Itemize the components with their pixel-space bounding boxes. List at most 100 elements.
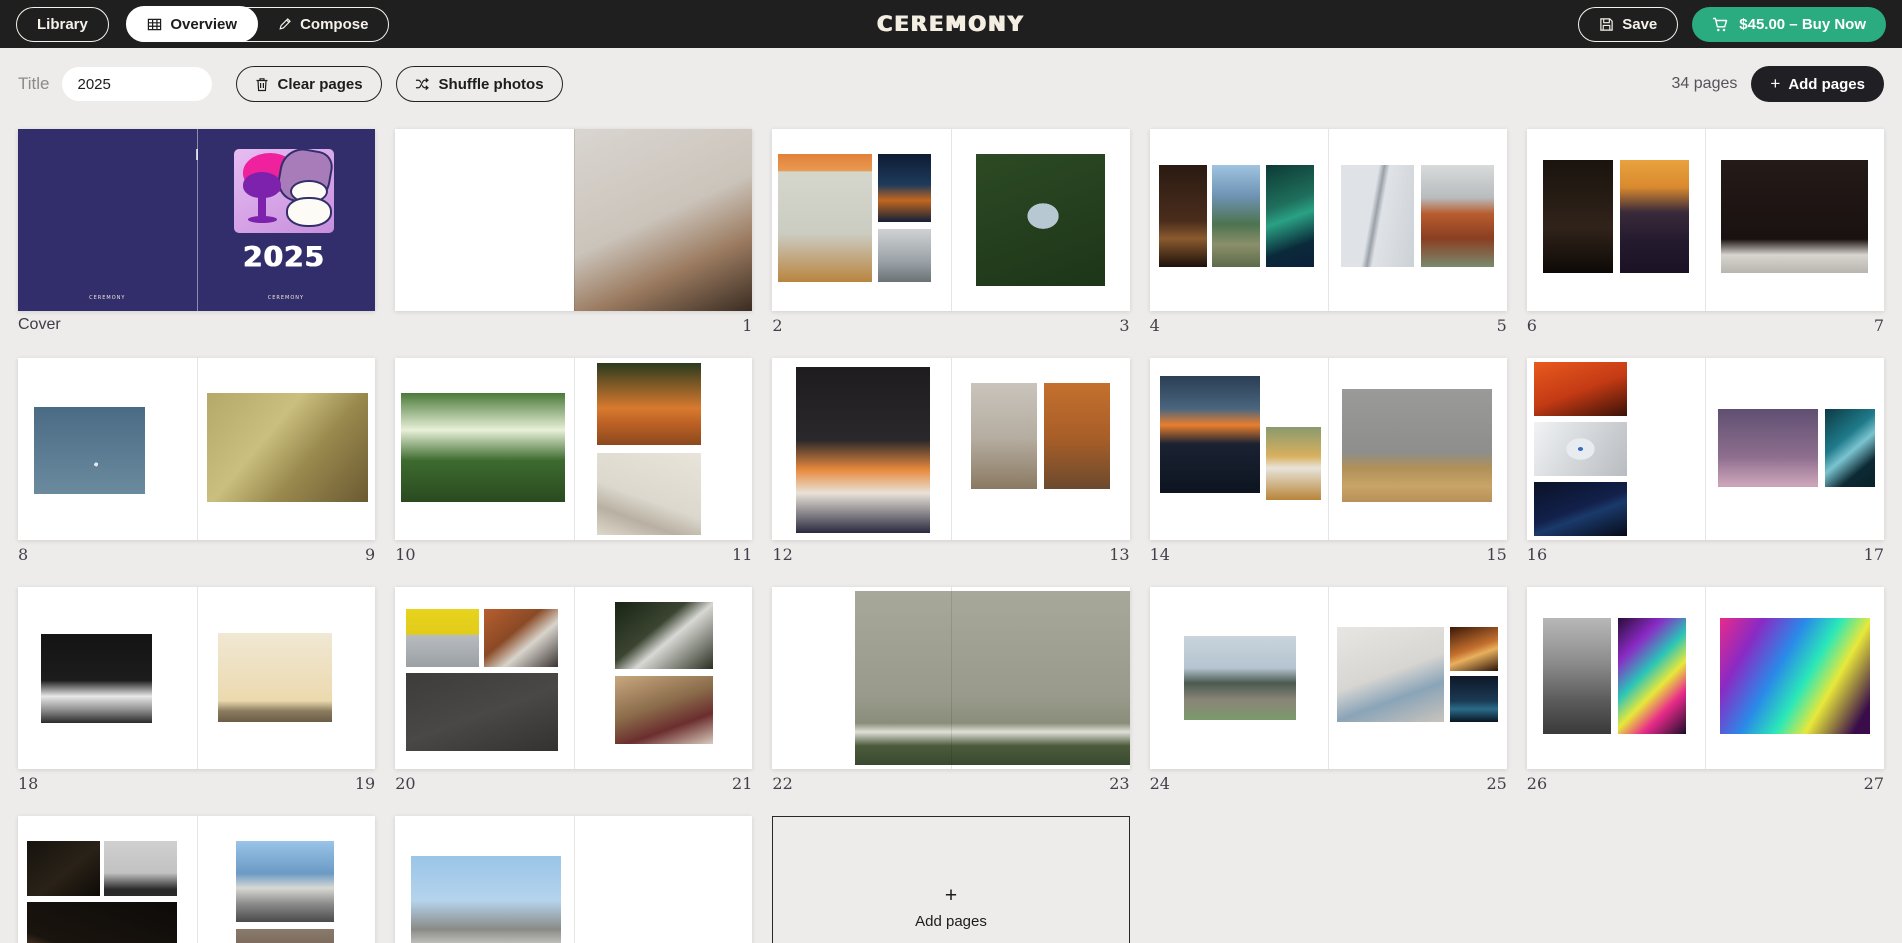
spread-fold-line <box>950 129 952 311</box>
page-number-right: 7 <box>1873 316 1884 335</box>
page-number-row: Cover <box>18 316 375 336</box>
spread-cell: 1 <box>395 129 753 336</box>
page-spread[interactable] <box>1526 129 1884 311</box>
shuffle-icon <box>415 77 430 91</box>
page-photo <box>1340 165 1414 268</box>
page-spread[interactable] <box>395 358 753 540</box>
spread-cell <box>18 816 376 943</box>
add-pages-button[interactable]: + Add pages <box>1751 66 1884 102</box>
title-input[interactable] <box>61 67 212 101</box>
page-photo <box>1265 165 1314 268</box>
page-number-right: 11 <box>732 545 753 564</box>
page-number-row: 12 13 <box>772 545 1129 565</box>
page-number-left: Cover <box>18 316 61 333</box>
spread-cell: 18 19 <box>18 587 376 794</box>
page-number-right: 3 <box>1119 316 1130 335</box>
grid-icon <box>147 17 162 32</box>
page-number-row: 22 23 <box>772 774 1129 794</box>
spread-cell: 67 <box>1526 129 1884 336</box>
page-photo <box>400 392 565 502</box>
page-number-left: 12 <box>772 545 793 564</box>
page-number-left: 14 <box>1149 545 1170 564</box>
add-pages-tile-label: Add pages <box>915 912 987 930</box>
page-photo <box>1721 159 1868 273</box>
spread-fold-line <box>1328 129 1330 311</box>
spread-fold-line <box>950 358 952 540</box>
page-spread[interactable] <box>18 816 376 943</box>
spreads-grid: 2025 CEREMONY CEREMONY Cover 1 2 3 4 5 6 7 8 9 10 11 12… <box>0 102 1902 943</box>
add-pages-tile[interactable]: + Add pages <box>772 816 1130 943</box>
spread-fold-line <box>196 816 198 943</box>
page-number-right: 9 <box>365 545 376 564</box>
page-spread[interactable] <box>772 358 1130 540</box>
page-photo <box>1421 165 1495 268</box>
library-button[interactable]: Library <box>16 6 109 42</box>
app-logo: CEREMONY <box>877 12 1025 36</box>
page-photo <box>854 590 1130 766</box>
page-photo <box>405 672 558 751</box>
page-number-left: 16 <box>1526 545 1548 564</box>
page-spread[interactable] <box>395 816 753 943</box>
spread-cell: 23 <box>772 129 1130 336</box>
title-label: Title <box>18 74 50 93</box>
clear-pages-button[interactable]: Clear pages <box>235 66 382 102</box>
page-spread[interactable] <box>772 129 1130 311</box>
page-photo <box>235 841 335 922</box>
cover-spread[interactable]: 2025 CEREMONY CEREMONY <box>18 129 376 311</box>
page-spread[interactable] <box>18 358 376 540</box>
page-count: 34 pages <box>1671 75 1738 92</box>
page-photo <box>970 383 1037 490</box>
page-number-right: 23 <box>1109 774 1130 793</box>
buy-now-button[interactable]: $45.00 – Buy Now <box>1692 6 1886 42</box>
cover-brand-mark: CEREMONY <box>267 295 305 301</box>
page-number-right: 17 <box>1863 545 1884 564</box>
page-number-left: 26 <box>1526 774 1548 793</box>
page-number-row: 14 15 <box>1150 545 1507 565</box>
pencil-icon <box>278 17 292 31</box>
page-spread[interactable] <box>1149 358 1507 540</box>
plus-icon: + <box>944 883 958 907</box>
page-spread[interactable] <box>772 587 1130 769</box>
page-spread[interactable] <box>1526 358 1884 540</box>
book-toolbar: Title Clear pages Shuffle photos 34 page… <box>0 48 1902 102</box>
cart-icon <box>1712 16 1729 33</box>
page-photo <box>1533 361 1627 417</box>
page-photo <box>1717 408 1818 488</box>
spread-fold-line <box>1705 358 1707 540</box>
buy-now-label: $45.00 – Buy Now <box>1739 15 1866 33</box>
spread-fold-line <box>196 358 198 540</box>
page-photo <box>1542 159 1613 273</box>
view-mode-switch: Overview Compose <box>126 6 390 42</box>
page-photo <box>1533 481 1627 537</box>
page-photo <box>1183 636 1297 720</box>
page-spread[interactable] <box>1149 587 1507 769</box>
page-spread[interactable] <box>395 129 753 311</box>
page-photo <box>1619 159 1690 273</box>
spread-cell: 89 <box>18 358 376 565</box>
tab-compose[interactable]: Compose <box>258 8 388 41</box>
spread-cell: 14 15 <box>1149 358 1507 565</box>
page-number-row: 89 <box>18 545 375 565</box>
page-photo <box>1158 165 1207 268</box>
spread-fold-line <box>1705 129 1707 311</box>
page-number-row: 26 27 <box>1527 774 1884 794</box>
page-photo <box>1542 617 1611 735</box>
tab-overview[interactable]: Overview <box>126 6 259 42</box>
spread-fold-line <box>196 129 198 311</box>
page-number-row: 45 <box>1150 316 1507 336</box>
shuffle-photos-button[interactable]: Shuffle photos <box>395 66 563 102</box>
plus-icon: + <box>1770 74 1781 93</box>
spread-cell: 26 27 <box>1526 587 1884 794</box>
page-photo <box>41 634 152 724</box>
page-number-left: 22 <box>772 774 793 793</box>
page-spread[interactable] <box>1526 587 1884 769</box>
page-photo <box>218 632 333 722</box>
spread-fold-line <box>573 358 575 540</box>
save-button[interactable]: Save <box>1578 6 1679 42</box>
spread-fold-line <box>1705 587 1707 769</box>
page-spread[interactable] <box>1149 129 1507 311</box>
cover-year: 2025 <box>243 240 326 274</box>
page-spread[interactable] <box>395 587 753 769</box>
page-spread[interactable] <box>18 587 376 769</box>
page-photo <box>1043 383 1110 490</box>
